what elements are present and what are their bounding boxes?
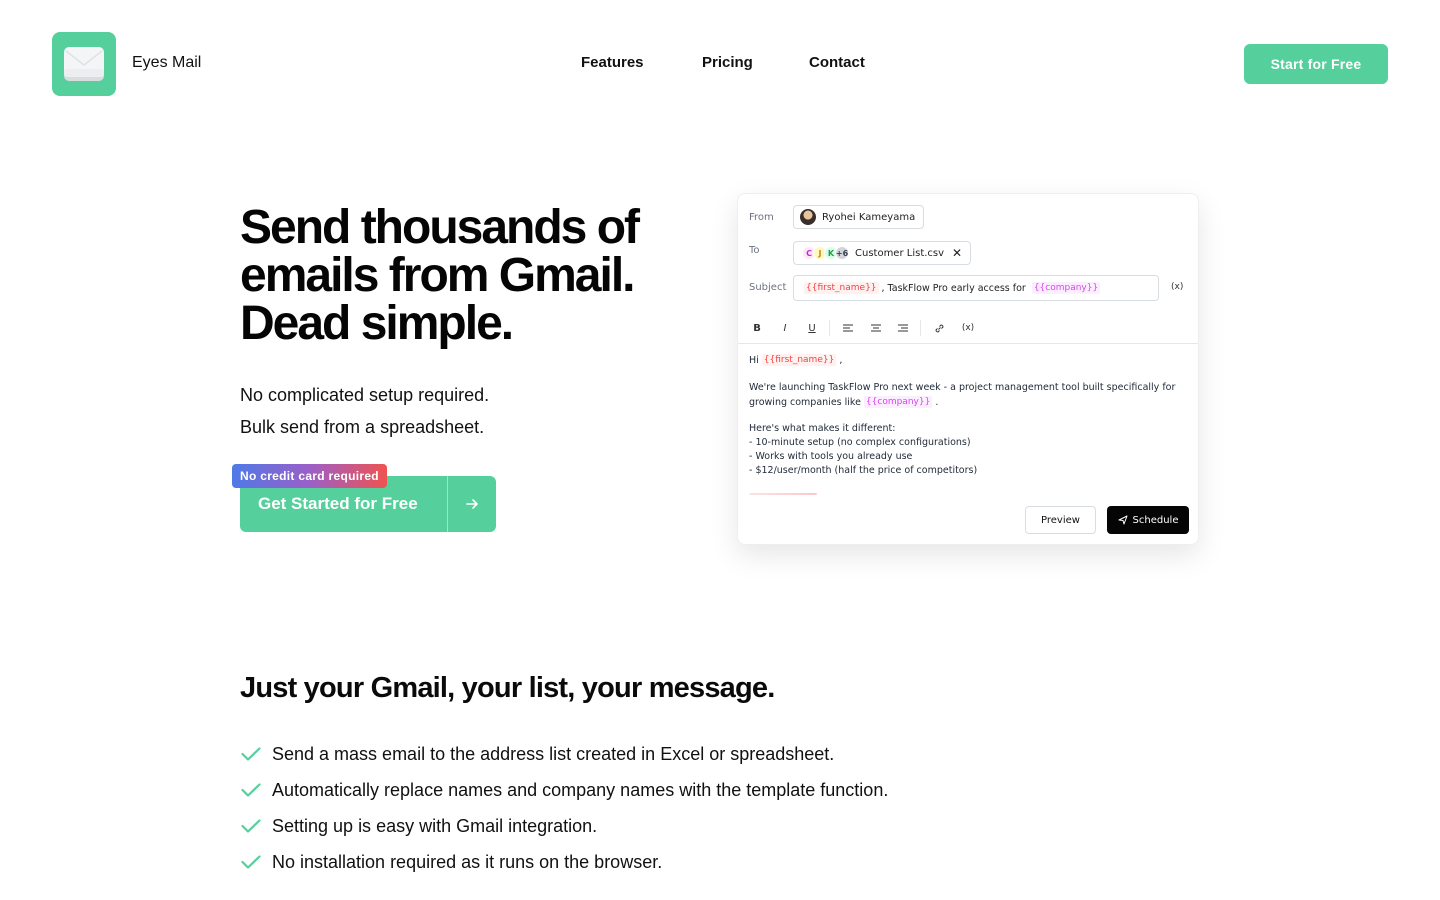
to-label: To xyxy=(749,245,760,256)
align-right-icon xyxy=(895,320,911,336)
hero-subtitle-line: Bulk send from a spreadsheet. xyxy=(240,417,485,437)
check-icon xyxy=(240,815,262,837)
hero-title-line: Dead simple. xyxy=(240,297,514,350)
hero-title-line: Send thousands of xyxy=(240,201,640,254)
to-chip: C J K +6 Customer List.csv ✕ xyxy=(793,241,972,265)
nav-contact[interactable]: Contact xyxy=(809,54,865,71)
feature-item: Send a mass email to the address list cr… xyxy=(240,743,834,765)
variable-icon: (x) xyxy=(961,323,975,333)
subject-text: , TaskFlow Pro early access for xyxy=(881,282,1026,294)
feature-text: Automatically replace names and company … xyxy=(272,779,889,800)
bold-icon: B xyxy=(753,322,761,334)
body-line: We're launching TaskFlow Pro next week -… xyxy=(749,382,1176,393)
insert-variable-icon: (x) xyxy=(1171,282,1184,292)
body-bullet: - 10-minute setup (no complex configurat… xyxy=(749,437,971,448)
schedule-button: Schedule xyxy=(1107,506,1189,534)
body-greeting: Hi {{first_name}} , xyxy=(749,354,842,366)
nav-features[interactable]: Features xyxy=(581,54,644,71)
email-composer-preview: From Ryohei Kameyama To C J K +6 Custome… xyxy=(737,193,1199,545)
nav-pricing[interactable]: Pricing xyxy=(702,54,753,71)
recipient-more: +6 xyxy=(835,246,849,260)
toolbar-divider xyxy=(829,320,830,336)
underline-icon: U xyxy=(808,322,816,334)
envelope-icon xyxy=(64,47,104,81)
preview-button: Preview xyxy=(1025,506,1096,534)
close-icon: ✕ xyxy=(952,246,963,260)
feature-text: No installation required as it runs on t… xyxy=(272,851,663,872)
highlight-bar xyxy=(749,493,817,495)
from-label: From xyxy=(749,212,774,223)
body-bullet: - $12/user/month (half the price of comp… xyxy=(749,465,978,476)
subject-field: {{first_name}} , TaskFlow Pro early acce… xyxy=(793,275,1159,301)
italic-icon: I xyxy=(783,322,787,334)
align-center-icon xyxy=(868,320,884,336)
schedule-label: Schedule xyxy=(1132,514,1179,526)
feature-item: Setting up is easy with Gmail integratio… xyxy=(240,815,597,837)
body-bullet: - Works with tools you already use xyxy=(749,451,913,462)
avatar xyxy=(800,209,816,225)
features-title: Just your Gmail, your list, your message… xyxy=(240,672,775,704)
link-icon xyxy=(931,320,947,336)
brand-name[interactable]: Eyes Mail xyxy=(132,54,201,72)
template-variable: {{first_name}} xyxy=(761,354,837,366)
brand-logo[interactable] xyxy=(52,32,116,96)
subject-label: Subject xyxy=(749,282,787,293)
check-icon xyxy=(240,779,262,801)
template-variable: {{company}} xyxy=(1031,282,1101,294)
greeting-text: Hi xyxy=(749,354,759,366)
send-icon xyxy=(1118,515,1128,525)
check-icon xyxy=(240,851,262,873)
hero-title: Send thousands of emails from Gmail. Dea… xyxy=(240,204,680,348)
toolbar-divider xyxy=(920,320,921,336)
align-left-icon xyxy=(840,320,856,336)
editor-toolbar: B I U (x) xyxy=(738,312,1198,344)
template-variable: {{company}} xyxy=(863,396,933,408)
template-variable: {{first_name}} xyxy=(804,282,879,294)
feature-item: No installation required as it runs on t… xyxy=(240,851,662,873)
no-credit-card-badge: No credit card required xyxy=(232,464,387,488)
from-chip: Ryohei Kameyama xyxy=(793,205,925,229)
from-value: Ryohei Kameyama xyxy=(822,211,916,223)
feature-item: Automatically replace names and company … xyxy=(240,779,888,801)
hero-subtitle-line: No complicated setup required. xyxy=(240,385,490,405)
start-for-free-button[interactable]: Start for Free xyxy=(1244,44,1388,84)
feature-text: Setting up is easy with Gmail integratio… xyxy=(272,815,598,836)
body-line: Here's what makes it different: xyxy=(749,423,896,434)
body-punct: . xyxy=(935,396,939,408)
arrow-right-icon xyxy=(448,476,496,532)
body-text-span: growing companies like xyxy=(749,396,861,408)
body-line: growing companies like {{company}} . xyxy=(749,396,938,408)
hero-title-line: emails from Gmail. xyxy=(240,249,636,302)
greeting-punct: , xyxy=(839,354,843,366)
check-icon xyxy=(240,743,262,765)
feature-text: Send a mass email to the address list cr… xyxy=(272,743,835,764)
to-file: Customer List.csv xyxy=(855,247,945,259)
